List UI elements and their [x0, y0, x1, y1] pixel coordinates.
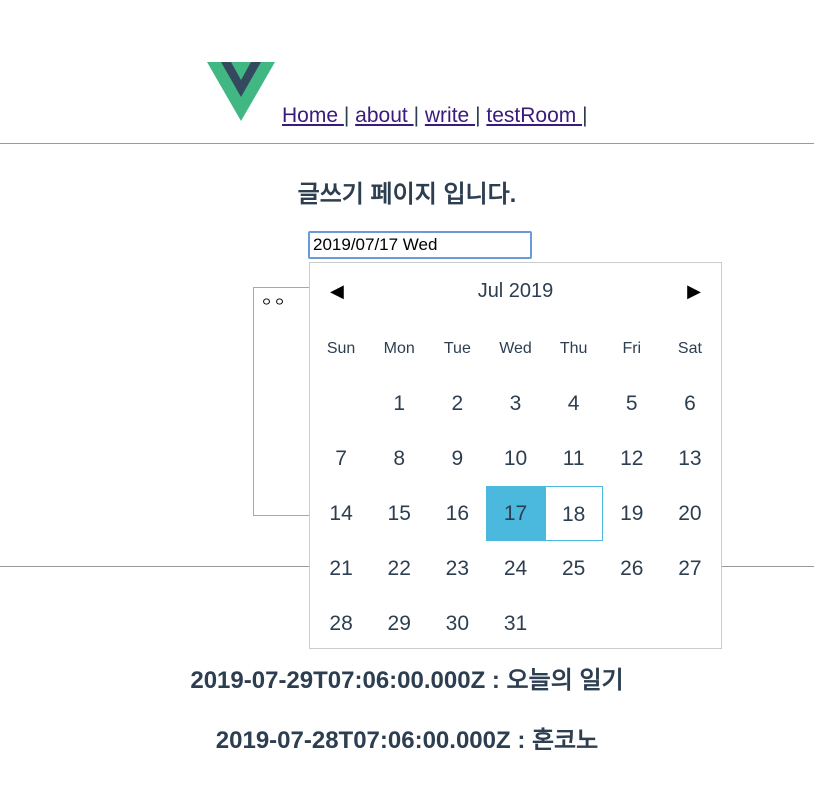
calendar-header: ◀ Jul 2019 ▶ [310, 263, 721, 321]
weekday-label: Sat [677, 340, 702, 357]
calendar-day[interactable]: 6 [661, 376, 719, 431]
calendar-day[interactable]: 25 [545, 541, 603, 596]
calendar-empty-cell [545, 596, 603, 651]
main-nav: Home | about | write | testRoom | [282, 104, 588, 128]
calendar-day[interactable]: 28 [312, 596, 370, 651]
nav-separator: | [475, 104, 481, 127]
nav-link-home[interactable]: Home [282, 104, 344, 127]
calendar-day[interactable]: 31 [486, 596, 544, 651]
calendar-day[interactable]: 11 [545, 431, 603, 486]
nav-separator: | [413, 104, 420, 127]
calendar-day[interactable]: 2 [428, 376, 486, 431]
calendar-day[interactable]: 1 [370, 376, 428, 431]
calendar-month-title[interactable]: Jul 2019 [310, 279, 721, 303]
divider-top [0, 143, 814, 144]
calendar-day[interactable]: 16 [428, 486, 486, 541]
calendar-day-selected[interactable]: 17 [486, 486, 545, 541]
nav-link-testroom[interactable]: testRoom [486, 104, 582, 127]
diary-entry: 2019-07-29T07:06:00.000Z : 오늘의 일기 [190, 667, 624, 694]
nav-separator: | [343, 104, 350, 127]
next-month-icon[interactable]: ▶ [687, 279, 701, 303]
weekday-label: Wed [499, 340, 532, 357]
calendar-day[interactable]: 8 [370, 431, 428, 486]
diary-entry: 2019-07-28T07:06:00.000Z : 혼코노 [215, 727, 599, 754]
datepicker-calendar: ◀ Jul 2019 ▶ Sun Mon Tue Wed Thu Fri Sat 12345… [309, 262, 722, 649]
nav-link-write[interactable]: write [425, 104, 475, 127]
calendar-day[interactable]: 23 [428, 541, 486, 596]
calendar-empty-cell [603, 596, 661, 651]
calendar-week-row: 28 29 30 31 [310, 596, 721, 651]
calendar-day[interactable]: 13 [661, 431, 719, 486]
weekday-row: Sun Mon Tue Wed Thu Fri Sat [310, 321, 721, 376]
calendar-day[interactable]: 14 [312, 486, 370, 541]
textarea-value: ㅇㅇ [261, 295, 288, 309]
calendar-day[interactable]: 15 [370, 486, 428, 541]
weekday-label: Tue [443, 340, 471, 357]
weekday-label: Thu [559, 340, 588, 357]
calendar-day[interactable]: 9 [428, 431, 486, 486]
calendar-day[interactable]: 4 [545, 376, 603, 431]
weekday-label: Mon [383, 340, 415, 357]
calendar-day[interactable]: 10 [486, 431, 544, 486]
calendar-day[interactable]: 24 [486, 541, 544, 596]
weekday-label: Fri [622, 340, 642, 357]
calendar-grid: Sun Mon Tue Wed Thu Fri Sat 1 2 3 4 5 6 7 8 9 10 11 12 13 1… [310, 321, 721, 651]
calendar-day[interactable]: 29 [370, 596, 428, 651]
calendar-day[interactable]: 12 [603, 431, 661, 486]
calendar-week-row: 14 15 16 17 18 19 20 [310, 486, 721, 541]
calendar-week-row: 21 22 23 24 25 26 27 [310, 541, 721, 596]
date-input[interactable] [308, 231, 532, 259]
calendar-day[interactable]: 7 [312, 431, 370, 486]
calendar-day-today[interactable]: 18 [544, 486, 603, 541]
nav-separator: | [582, 104, 588, 127]
calendar-day[interactable]: 26 [603, 541, 661, 596]
vue-logo-icon [207, 62, 275, 121]
calendar-day[interactable]: 19 [603, 486, 661, 541]
calendar-day[interactable]: 27 [661, 541, 719, 596]
calendar-day[interactable]: 21 [312, 541, 370, 596]
calendar-week-row: 123456 [310, 376, 721, 431]
weekday-label: Sun [326, 340, 356, 357]
calendar-day[interactable]: 3 [486, 376, 544, 431]
calendar-day[interactable]: 22 [370, 541, 428, 596]
nav-link-about[interactable]: about [355, 104, 413, 127]
calendar-day[interactable]: 5 [603, 376, 661, 431]
calendar-day[interactable]: 30 [428, 596, 486, 651]
content-textarea[interactable]: ㅇㅇ [253, 287, 313, 516]
page-title: 글쓰기 페이지 입니다. [297, 181, 517, 208]
calendar-day[interactable]: 20 [661, 486, 719, 541]
calendar-empty-cell [661, 596, 719, 651]
calendar-empty-cell [312, 376, 370, 431]
calendar-week-row: 7 8 9 10 11 12 13 [310, 431, 721, 486]
